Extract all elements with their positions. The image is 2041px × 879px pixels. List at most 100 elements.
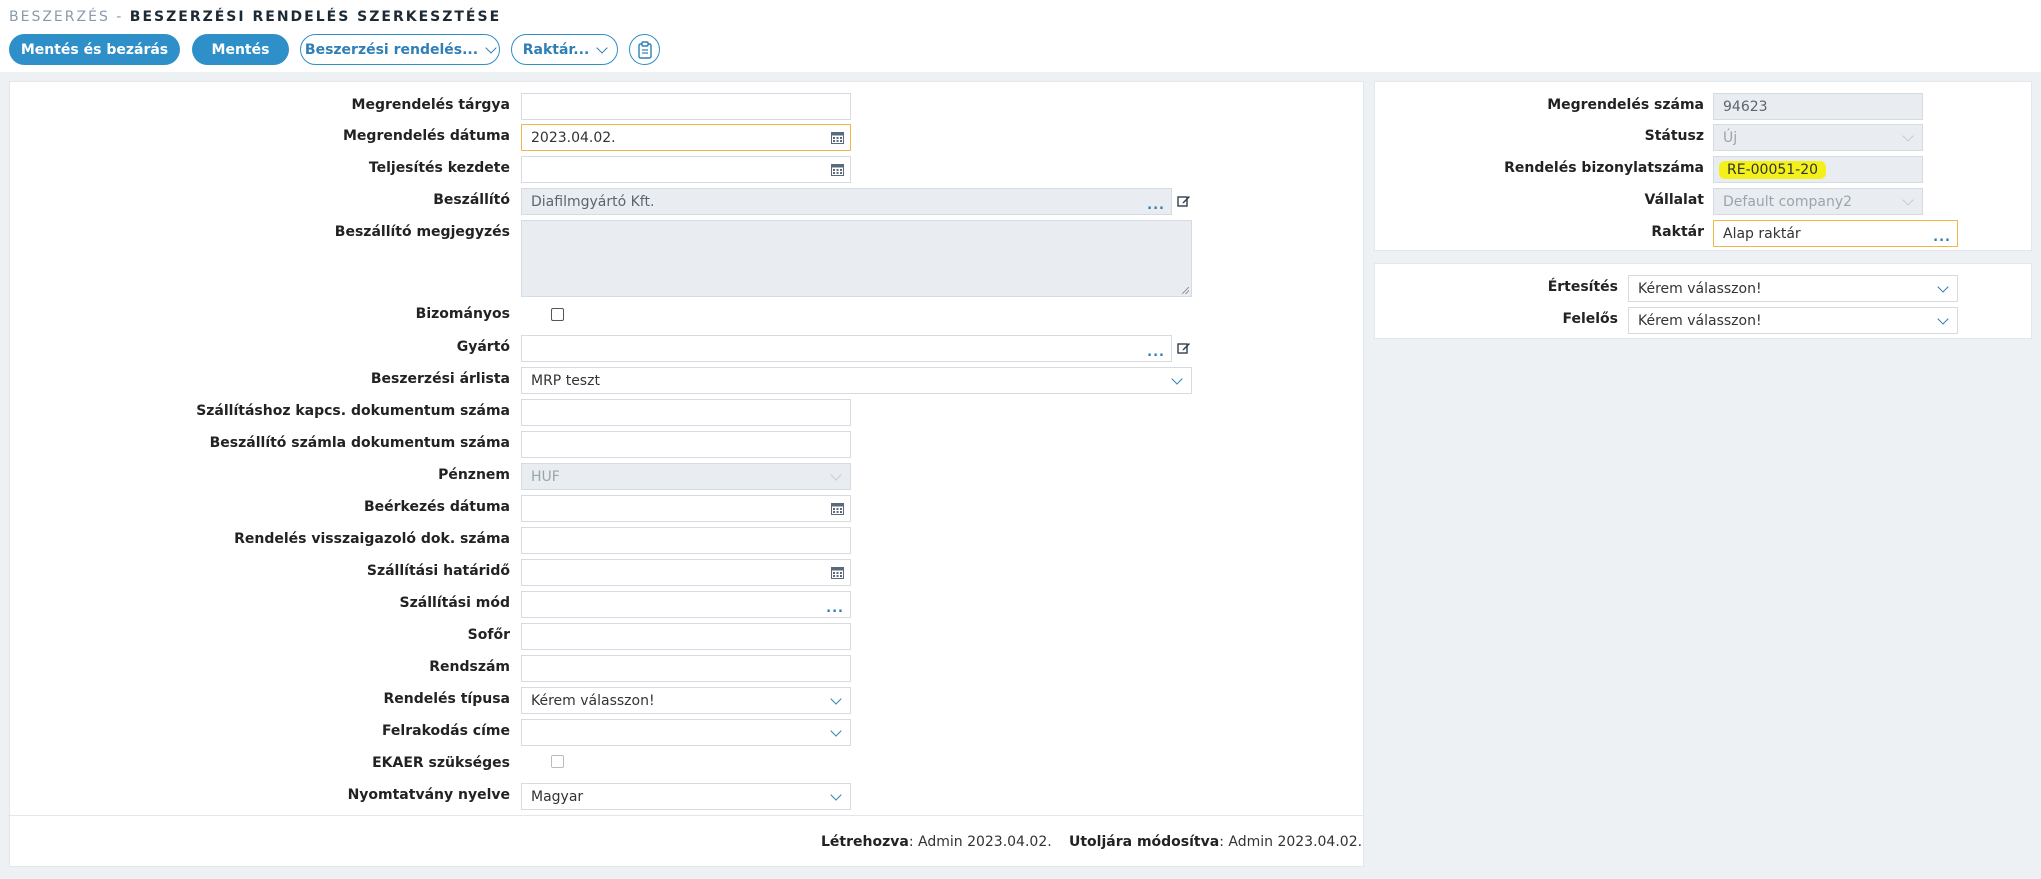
- chevron-down-icon: [1902, 193, 1914, 206]
- chevron-down-icon: [596, 41, 608, 54]
- manufacturer-label: Gyártó: [456, 339, 510, 355]
- ekaer-label: EKAER szükséges: [372, 755, 510, 771]
- calendar-icon[interactable]: [831, 566, 844, 579]
- page-heading: BESZERZÉSI RENDELÉS SZERKESZTÉSE: [129, 9, 502, 25]
- edit-icon[interactable]: [1177, 341, 1191, 355]
- more-options-icon[interactable]: ...: [1147, 346, 1165, 359]
- supplier-note-label: Beszállító megjegyzés: [334, 224, 510, 240]
- status-select[interactable]: Új: [1713, 124, 1923, 151]
- owner-label: Felelős: [1562, 311, 1618, 327]
- arrival-date-input[interactable]: [521, 495, 851, 522]
- supplier-invoice-label: Beszállító számla dokumentum száma: [209, 435, 510, 451]
- owner-select[interactable]: Kérem válasszon!: [1628, 307, 1958, 334]
- currency-value: HUF: [531, 468, 560, 485]
- more-options-icon[interactable]: ...: [826, 602, 844, 615]
- manufacturer-input[interactable]: ...: [521, 335, 1172, 362]
- company-label: Vállalat: [1644, 192, 1705, 208]
- page-header: BESZERZÉS - BESZERZÉSI RENDELÉS SZERKESZ…: [0, 0, 2041, 72]
- order-date-value: 2023.04.02.: [531, 129, 616, 146]
- warehouse-input[interactable]: Alap raktár...: [1713, 220, 1958, 247]
- order-number-input[interactable]: 94623: [1713, 93, 1923, 120]
- notify-label: Értesítés: [1547, 279, 1618, 295]
- delivery-deadline-label: Szállítási határidő: [366, 563, 510, 579]
- purchase-order-menu-button[interactable]: Beszerzési rendelés...: [300, 34, 500, 65]
- save-label: Mentés: [211, 41, 270, 58]
- delivery-doc-input[interactable]: [521, 399, 851, 426]
- consignment-label: Bizományos: [415, 306, 510, 322]
- save-button[interactable]: Mentés: [192, 34, 289, 65]
- chevron-down-icon: [830, 788, 842, 801]
- order-type-select[interactable]: Kérem válasszon!: [521, 687, 851, 714]
- loading-address-label: Felrakodás címe: [381, 723, 510, 739]
- doc-number-value: RE-00051-20: [1719, 160, 1827, 179]
- clipboard-icon: [637, 40, 652, 59]
- order-confirm-label: Rendelés visszaigazoló dok. száma: [234, 531, 510, 547]
- edit-icon[interactable]: [1177, 194, 1191, 208]
- more-options-icon[interactable]: ...: [1933, 231, 1951, 244]
- chevron-down-icon: [830, 724, 842, 737]
- modified-label: Utoljára módosítva: [1069, 834, 1220, 850]
- arrival-date-label: Beérkezés dátuma: [363, 499, 510, 515]
- chevron-down-icon: [830, 468, 842, 481]
- delivery-deadline-input[interactable]: [521, 559, 851, 586]
- warehouse-label: Raktár: [1651, 224, 1704, 240]
- doc-number-input[interactable]: RE-00051-20: [1713, 156, 1923, 183]
- fulfillment-start-label: Teljesítés kezdete: [368, 160, 510, 176]
- breadcrumb[interactable]: BESZERZÉS: [9, 9, 110, 25]
- driver-label: Sofőr: [467, 627, 510, 643]
- company-select[interactable]: Default company2: [1713, 188, 1923, 215]
- fulfillment-start-input[interactable]: [521, 156, 851, 183]
- print-language-value: Magyar: [531, 788, 584, 805]
- delivery-method-input[interactable]: ...: [521, 591, 851, 618]
- status-label: Státusz: [1644, 128, 1704, 144]
- delivery-method-label: Szállítási mód: [399, 595, 510, 611]
- more-options-icon[interactable]: ...: [1147, 199, 1165, 212]
- subject-input[interactable]: [521, 93, 851, 120]
- order-type-label: Rendelés típusa: [383, 691, 510, 707]
- purchase-order-menu-label: Beszerzési rendelés...: [304, 41, 479, 58]
- currency-label: Pénznem: [438, 467, 510, 483]
- modified-info: Utoljára módosítva: Admin 2023.04.02.: [1069, 834, 1362, 850]
- loading-address-select[interactable]: [521, 719, 851, 746]
- chevron-down-icon: [830, 692, 842, 705]
- supplier-note-textarea[interactable]: [521, 220, 1192, 297]
- supplier-value: Diafilmgyártó Kft.: [531, 193, 655, 210]
- ekaer-checkbox[interactable]: [551, 755, 564, 768]
- page-title: BESZERZÉS - BESZERZÉSI RENDELÉS SZERKESZ…: [9, 9, 501, 25]
- order-date-label: Megrendelés dátuma: [343, 128, 510, 144]
- footer-divider: [8, 815, 1363, 816]
- price-list-select[interactable]: MRP teszt: [521, 367, 1192, 394]
- warehouse-menu-button[interactable]: Raktár...: [511, 34, 618, 65]
- plate-input[interactable]: [521, 655, 851, 682]
- order-date-input[interactable]: 2023.04.02.: [521, 124, 851, 151]
- supplier-invoice-input[interactable]: [521, 431, 851, 458]
- currency-select[interactable]: HUF: [521, 463, 851, 490]
- calendar-icon[interactable]: [831, 131, 844, 144]
- supplier-input[interactable]: Diafilmgyártó Kft....: [521, 188, 1172, 215]
- breadcrumb-separator: -: [109, 9, 130, 25]
- chevron-down-icon: [1902, 129, 1914, 142]
- subject-label: Megrendelés tárgya: [351, 97, 510, 113]
- modified-value: : Admin 2023.04.02.: [1219, 834, 1363, 850]
- save-and-close-button[interactable]: Mentés és bezárás: [9, 34, 180, 65]
- print-language-select[interactable]: Magyar: [521, 783, 851, 810]
- resize-handle[interactable]: [1182, 287, 1189, 294]
- notify-select[interactable]: Kérem válasszon!: [1628, 275, 1958, 302]
- calendar-icon[interactable]: [831, 163, 844, 176]
- notify-value: Kérem válasszon!: [1638, 280, 1762, 297]
- order-confirm-input[interactable]: [521, 527, 851, 554]
- warehouse-menu-label: Raktár...: [522, 41, 590, 58]
- calendar-icon[interactable]: [831, 502, 844, 515]
- chevron-down-icon: [1937, 312, 1949, 325]
- chevron-down-icon: [1937, 280, 1949, 293]
- order-number-value: 94623: [1723, 98, 1768, 115]
- print-language-label: Nyomtatvány nyelve: [347, 787, 510, 803]
- consignment-checkbox[interactable]: [551, 308, 564, 321]
- driver-input[interactable]: [521, 623, 851, 650]
- status-value: Új: [1723, 129, 1738, 146]
- clipboard-button[interactable]: [629, 34, 660, 65]
- warehouse-value: Alap raktár: [1723, 225, 1801, 242]
- save-and-close-label: Mentés és bezárás: [20, 41, 169, 58]
- created-value: : Admin 2023.04.02.: [908, 834, 1052, 850]
- plate-label: Rendszám: [429, 659, 510, 675]
